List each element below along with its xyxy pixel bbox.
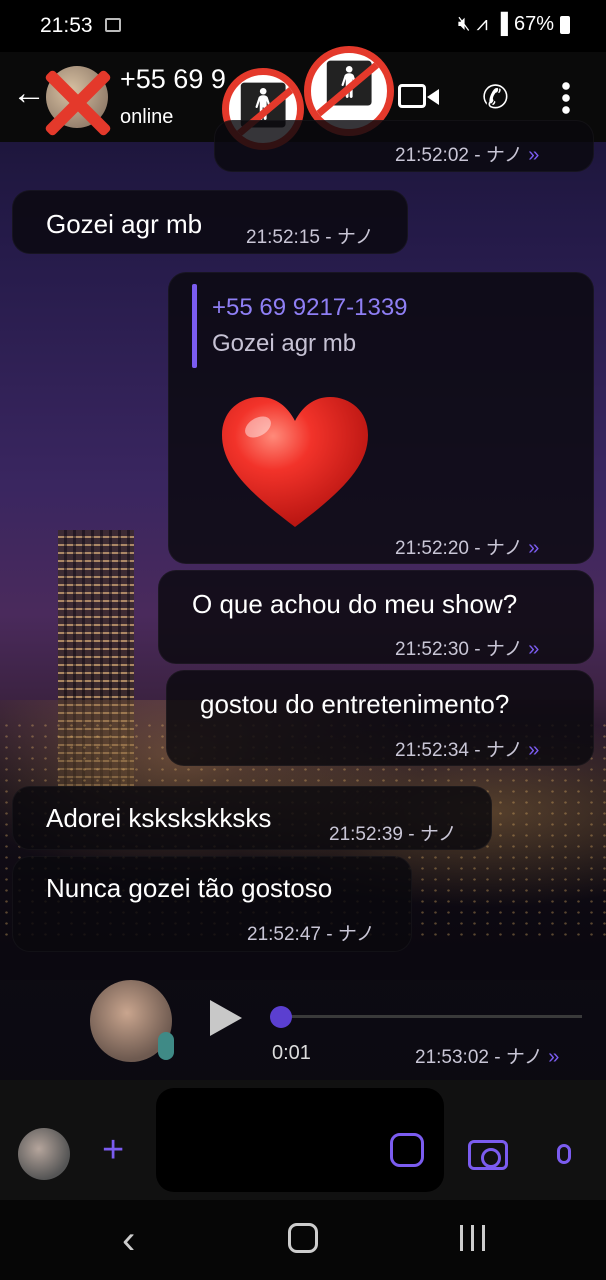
mute-icon: 🔇︎	[457, 13, 471, 35]
battery-icon	[560, 15, 570, 34]
message-time: 21:52:02 - ナノ »	[395, 144, 540, 166]
wifi-icon: ⩘	[476, 13, 488, 35]
message-text: Gozei agr mb	[46, 209, 203, 239]
seen-icon: »	[528, 537, 540, 559]
message-time: 21:52:39 - ナノ	[329, 824, 457, 845]
plus-icon[interactable]: +	[102, 1128, 124, 1172]
seen-icon: »	[548, 1046, 560, 1068]
message-text: O que achou do meu show?	[192, 589, 518, 619]
nav-home-icon[interactable]	[288, 1223, 318, 1253]
composer-bar: +	[0, 1080, 606, 1200]
own-avatar[interactable]	[18, 1128, 70, 1180]
seen-icon: »	[528, 638, 540, 660]
message-text: gostou do entretenimento?	[200, 689, 510, 719]
message-time: 21:52:34 - ナノ »	[395, 739, 540, 761]
message-text: Adorei ksksksk​ksks	[46, 803, 272, 833]
play-icon[interactable]	[210, 1000, 242, 1036]
microphone-icon[interactable]	[557, 1144, 571, 1164]
seen-icon: »	[528, 144, 540, 166]
gallery-notification-icon	[105, 18, 121, 32]
status-icons: 🔇︎ ⩘ ▐ 67%	[458, 13, 570, 36]
voice-progress-track[interactable]	[282, 1015, 582, 1018]
message-time: 21:52:47 - ナノ	[247, 924, 375, 945]
quoted-text: Gozei agr mb	[212, 330, 357, 357]
battery-text: 67%	[513, 13, 554, 35]
message-bubble-outgoing[interactable]: gostou do entretenimento? 21:52:34 - ナノ …	[166, 670, 594, 766]
message-time: 21:52:20 - ナノ »	[395, 537, 540, 559]
message-text: Nunca gozei tão gostoso	[46, 873, 333, 903]
phone-icon[interactable]: ✆	[482, 78, 509, 116]
message-time: 21:52:15 - ナノ	[246, 227, 374, 248]
status-bar: 21:53 🔇︎ ⩘ ▐ 67%	[0, 0, 606, 52]
message-bubble-incoming[interactable]: Adorei ksksksk​ksks 21:52:39 - ナノ	[12, 786, 492, 850]
mic-badge-icon	[158, 1032, 174, 1060]
message-bubble-outgoing[interactable]: O que achou do meu show? 21:52:30 - ナノ »	[158, 570, 594, 664]
message-bubble-outgoing[interactable]: 21:52:02 - ナノ »	[214, 120, 594, 172]
voice-message-time: 21:53:02 - ナノ »	[415, 1046, 560, 1068]
status-time: 21:53	[40, 14, 93, 37]
message-bubble-incoming[interactable]: Nunca gozei tão gostoso 21:52:47 - ナノ	[12, 856, 412, 952]
video-call-icon[interactable]	[398, 84, 439, 108]
voice-duration: 0:01	[272, 1042, 311, 1064]
camera-icon[interactable]	[468, 1140, 508, 1170]
message-bubble-incoming[interactable]: Gozei agr mb 21:52:15 - ナノ	[12, 190, 408, 254]
red-x-overlay-icon	[36, 60, 120, 144]
system-navigation-bar: ‹	[0, 1200, 606, 1280]
heart-emoji-icon	[222, 397, 368, 527]
nav-recents-icon[interactable]	[460, 1225, 486, 1251]
seen-icon: »	[528, 739, 540, 761]
nav-back-icon[interactable]: ‹	[122, 1218, 135, 1263]
sticker-icon[interactable]	[390, 1133, 424, 1167]
voice-progress-handle[interactable]	[270, 1006, 292, 1028]
message-time: 21:52:30 - ナノ »	[395, 638, 540, 660]
signal-icon: ▐	[493, 13, 508, 35]
more-options-icon[interactable]	[562, 80, 570, 114]
quote-bar	[192, 284, 197, 368]
contact-status: online	[120, 106, 174, 128]
quoted-sender: +55 69 9217-1339	[212, 294, 408, 321]
